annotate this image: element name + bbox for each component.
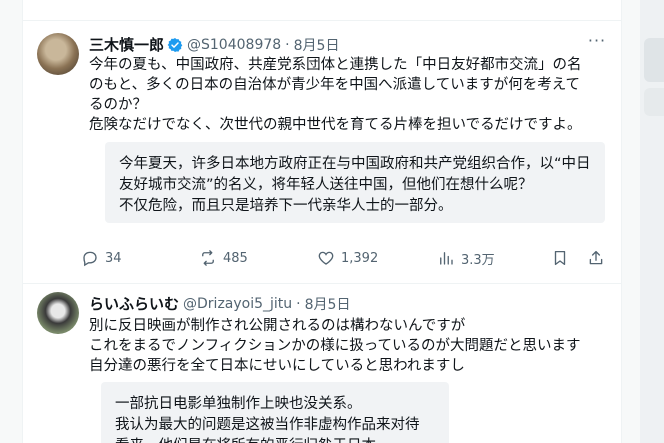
views-count: 3.3万 xyxy=(461,252,495,268)
avatar[interactable] xyxy=(37,33,79,75)
share-button[interactable] xyxy=(587,249,611,267)
like-count: 1,392 xyxy=(341,250,379,266)
views-button[interactable]: 3.3万 xyxy=(437,249,495,268)
verified-badge-icon xyxy=(167,37,183,52)
like-button[interactable]: 1,392 xyxy=(317,249,378,267)
translation-box: 一部抗日电影单独制作上映也没关系。 我认为最大的问题是这被当作非虚构作品来对待 … xyxy=(101,382,449,443)
right-column-card xyxy=(644,38,664,82)
reply-icon xyxy=(83,251,97,267)
tweet-date[interactable]: 8月5日 xyxy=(305,294,351,314)
tweet-date[interactable]: 8月5日 xyxy=(294,35,340,55)
tweet-header: 三木慎一郎 @S10408978 · 8月5日 xyxy=(89,34,339,55)
author-handle[interactable]: @S10408978 xyxy=(187,37,281,53)
tweet-header: らいふらいむ @Drizayoi5_jitu · 8月5日 xyxy=(89,293,350,314)
heart-icon xyxy=(318,251,334,265)
author-name[interactable]: らいふらいむ xyxy=(89,293,179,314)
author-handle[interactable]: @Drizayoi5_jitu xyxy=(183,296,292,312)
separator-dot: · xyxy=(285,36,290,53)
retweet-button[interactable]: 485 xyxy=(199,249,248,267)
avatar[interactable] xyxy=(37,292,79,334)
views-chart-icon xyxy=(440,252,453,265)
author-name[interactable]: 三木慎一郎 xyxy=(89,34,164,55)
translation-box: 今年夏天，许多日本地方政府正在与中国政府和共产党组织合作，以“中日 友好城市交流… xyxy=(105,142,605,223)
right-column-card xyxy=(644,88,664,116)
separator-dot: · xyxy=(296,295,301,312)
retweet-icon xyxy=(202,250,214,266)
bookmark-button[interactable] xyxy=(551,249,575,267)
reply-count: 34 xyxy=(105,250,122,266)
more-options-icon[interactable]: ··· xyxy=(587,33,607,51)
tweet-text: 今年の夏も、中国政府、共産党系団体と連携した「中日友好都市交流」の名 のもと、多… xyxy=(89,57,582,133)
tweet-actions: 34 485 1,392 3.3万 xyxy=(81,248,609,268)
tweet-text: 別に反日映画が制作され公開されるのは構わないんですが これをまるでノンフィクショ… xyxy=(89,318,581,374)
retweet-count: 485 xyxy=(223,250,248,266)
tweet[interactable]: らいふらいむ @Drizayoi5_jitu · 8月5日 別に反日映画が制作さ… xyxy=(23,284,621,443)
reply-button[interactable]: 34 xyxy=(81,249,122,267)
timeline-feed: 三木慎一郎 @S10408978 · 8月5日 ··· 今年の夏も、中国政府、共… xyxy=(22,0,622,443)
bookmark-icon xyxy=(554,250,566,266)
tweet[interactable]: 三木慎一郎 @S10408978 · 8月5日 ··· 今年の夏も、中国政府、共… xyxy=(23,21,621,283)
right-column-edge xyxy=(640,0,664,443)
share-icon xyxy=(589,250,603,265)
